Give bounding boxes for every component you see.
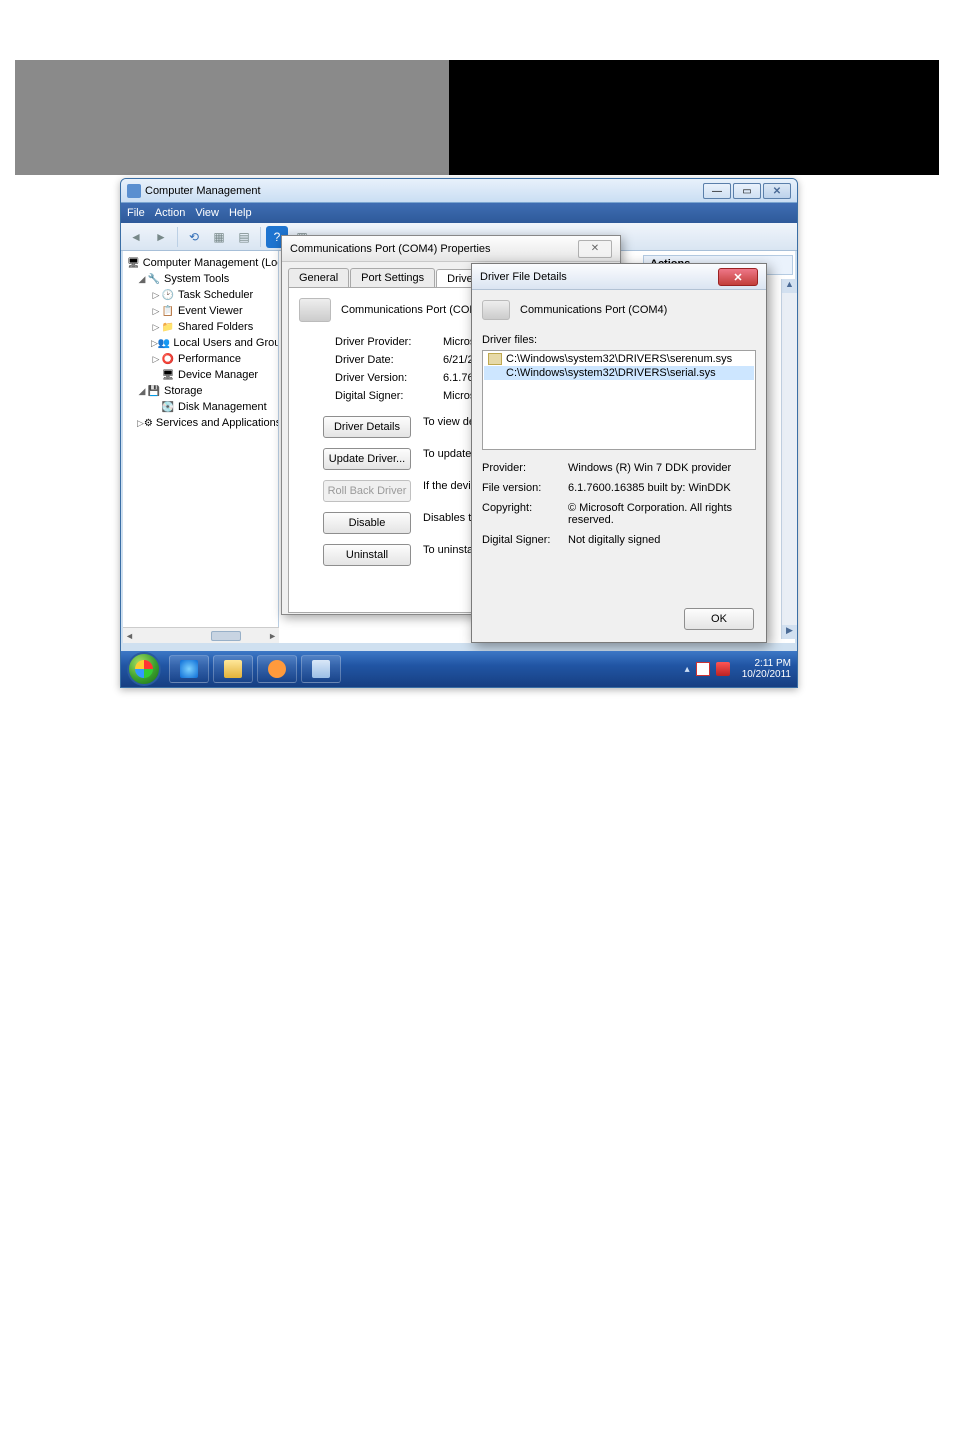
- driver-details-button[interactable]: Driver Details: [323, 416, 411, 438]
- device-name: Communications Port (COM4): [341, 304, 488, 316]
- label-digital-signer: Digital Signer:: [335, 390, 435, 402]
- dfd-close-button[interactable]: ✕: [718, 268, 758, 286]
- dfd-device-icon: [482, 300, 510, 320]
- menu-view[interactable]: View: [195, 207, 219, 219]
- menu-file[interactable]: File: [127, 207, 145, 219]
- driver-file-item[interactable]: C:\Windows\system32\DRIVERS\serial.sys: [484, 366, 754, 380]
- nav-tree[interactable]: 🖥Computer Management (Loc ◢🔧System Tools…: [123, 251, 279, 643]
- driver-file-details-dialog: Driver File Details ✕ Communications Por…: [471, 263, 767, 643]
- ie-icon: [180, 660, 198, 678]
- header-left: [15, 60, 449, 175]
- tree-system-tools[interactable]: ◢🔧System Tools: [123, 271, 278, 287]
- folder-icon: [224, 660, 242, 678]
- label-dfd-signer: Digital Signer:: [482, 534, 560, 546]
- dfd-device-name: Communications Port (COM4): [520, 304, 667, 316]
- device-icon: [299, 298, 331, 322]
- disable-button[interactable]: Disable: [323, 512, 411, 534]
- scroll-up-button[interactable]: ▲: [782, 279, 797, 293]
- tab-port-settings[interactable]: Port Settings: [350, 268, 435, 287]
- tree-event-viewer[interactable]: ▷📋Event Viewer: [123, 303, 278, 319]
- forward-button[interactable]: ►: [150, 226, 172, 248]
- taskbar-clock[interactable]: 2:11 PM 10/20/2011: [742, 658, 791, 681]
- up-button[interactable]: ⟲: [183, 226, 205, 248]
- titlebar[interactable]: Computer Management — ▭ ✕: [121, 179, 797, 203]
- tree-performance[interactable]: ▷⭕Performance: [123, 351, 278, 367]
- menu-help[interactable]: Help: [229, 207, 252, 219]
- driver-file-item[interactable]: C:\Windows\system32\DRIVERS\serenum.sys: [484, 352, 754, 366]
- close-button[interactable]: ✕: [763, 183, 791, 199]
- rollback-driver-button: Roll Back Driver: [323, 480, 411, 502]
- tray-volume-icon[interactable]: [716, 662, 730, 676]
- actions-v-scrollbar[interactable]: ▲ ▶: [781, 279, 797, 639]
- show-hide-tree-button[interactable]: ▦: [208, 226, 230, 248]
- tree-device-manager[interactable]: 🖥Device Manager: [123, 367, 278, 383]
- tree-h-scrollbar[interactable]: ◄►: [123, 627, 279, 643]
- taskbar-explorer[interactable]: [213, 655, 253, 683]
- app-icon: [127, 184, 141, 198]
- start-button[interactable]: [127, 652, 161, 686]
- window-title: Computer Management: [145, 185, 261, 197]
- driver-files-label: Driver files:: [482, 334, 756, 346]
- value-dfd-signer: Not digitally signed: [568, 534, 756, 546]
- tree-task-scheduler[interactable]: ▷🕑Task Scheduler: [123, 287, 278, 303]
- tab-general[interactable]: General: [288, 268, 349, 287]
- dfd-ok-button[interactable]: OK: [684, 608, 754, 630]
- media-player-icon: [268, 660, 286, 678]
- file-icon: [488, 353, 502, 365]
- minimize-button[interactable]: —: [703, 183, 731, 199]
- label-driver-provider: Driver Provider:: [335, 336, 435, 348]
- tree-disk-management[interactable]: 💽Disk Management: [123, 399, 278, 415]
- export-button[interactable]: ▤: [233, 226, 255, 248]
- update-driver-button[interactable]: Update Driver...: [323, 448, 411, 470]
- system-tray[interactable]: ▴ 2:11 PM 10/20/2011: [685, 658, 791, 681]
- tree-storage[interactable]: ◢💾Storage: [123, 383, 278, 399]
- tray-expand-icon[interactable]: ▴: [685, 664, 690, 675]
- mmc-icon: [312, 660, 330, 678]
- taskbar-computer-management[interactable]: [301, 655, 341, 683]
- tree-local-users[interactable]: ▷👥Local Users and Group: [123, 335, 278, 351]
- value-file-version: 6.1.7600.16385 built by: WinDDK: [568, 482, 756, 494]
- tree-root[interactable]: 🖥Computer Management (Loc: [123, 255, 278, 271]
- taskbar-ie[interactable]: [169, 655, 209, 683]
- tree-shared-folders[interactable]: ▷📁Shared Folders: [123, 319, 278, 335]
- taskbar[interactable]: ▴ 2:11 PM 10/20/2011: [121, 651, 797, 687]
- properties-titlebar[interactable]: Communications Port (COM4) Properties ✕: [282, 236, 620, 262]
- computer-management-window: Computer Management — ▭ ✕ File Action Vi…: [120, 178, 798, 688]
- label-file-version: File version:: [482, 482, 560, 494]
- header-right: [449, 60, 939, 175]
- tray-flag-icon[interactable]: [696, 662, 710, 676]
- scroll-down-button[interactable]: ▶: [782, 625, 797, 639]
- page-header: [15, 60, 939, 175]
- dfd-title: Driver File Details: [480, 271, 567, 283]
- properties-close-button[interactable]: ✕: [578, 240, 612, 258]
- back-button[interactable]: ◄: [125, 226, 147, 248]
- tree-services[interactable]: ▷⚙Services and Applications: [123, 415, 278, 431]
- clock-date: 10/20/2011: [742, 669, 791, 681]
- label-provider: Provider:: [482, 462, 560, 474]
- clock-time: 2:11 PM: [742, 658, 791, 670]
- maximize-button[interactable]: ▭: [733, 183, 761, 199]
- label-driver-version: Driver Version:: [335, 372, 435, 384]
- dfd-titlebar[interactable]: Driver File Details ✕: [472, 264, 766, 290]
- menubar: File Action View Help: [121, 203, 797, 223]
- label-copyright: Copyright:: [482, 502, 560, 526]
- value-copyright: © Microsoft Corporation. All rights rese…: [568, 502, 756, 526]
- label-driver-date: Driver Date:: [335, 354, 435, 366]
- menu-action[interactable]: Action: [155, 207, 186, 219]
- uninstall-button[interactable]: Uninstall: [323, 544, 411, 566]
- taskbar-media-player[interactable]: [257, 655, 297, 683]
- properties-title: Communications Port (COM4) Properties: [290, 243, 491, 255]
- value-provider: Windows (R) Win 7 DDK provider: [568, 462, 756, 474]
- driver-files-listbox[interactable]: C:\Windows\system32\DRIVERS\serenum.sys …: [482, 350, 756, 450]
